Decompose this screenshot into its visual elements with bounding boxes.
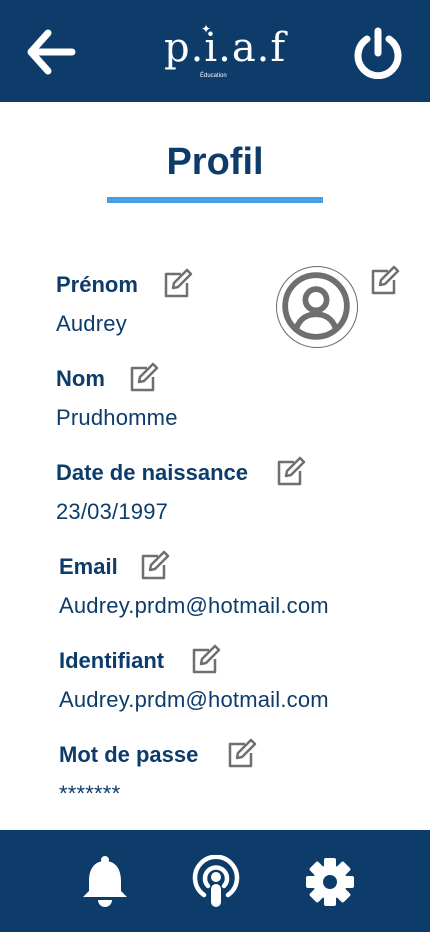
birthdate-value: 23/03/1997 (56, 499, 169, 524)
power-icon[interactable] (352, 27, 404, 79)
piaf-logo: p.i.a.f ✦ Éducation (158, 18, 285, 84)
first-name-label: Prénom (56, 272, 138, 297)
password-label: Mot de passe (59, 742, 199, 767)
birthdate-label: Date de naissance (56, 460, 248, 485)
arrow-left-icon[interactable] (26, 29, 76, 75)
title-underline (107, 197, 323, 203)
edit-first-name-icon[interactable] (161, 268, 193, 300)
edit-username-icon[interactable] (189, 644, 221, 676)
bird-icon: ✦ (201, 22, 212, 36)
last-name-value: Prudhomme (56, 405, 178, 430)
avatar[interactable] (276, 266, 358, 348)
page-title: Profil (166, 141, 264, 183)
bell-icon[interactable] (79, 855, 131, 909)
logo-subtitle: Éducation (200, 73, 227, 79)
podcast-icon[interactable] (190, 855, 242, 909)
edit-password-icon[interactable] (225, 738, 257, 770)
gear-icon[interactable] (304, 855, 356, 909)
first-name-value: Audrey (56, 311, 127, 336)
edit-avatar-icon[interactable] (368, 265, 400, 297)
edit-email-icon[interactable] (138, 550, 170, 582)
edit-birthdate-icon[interactable] (274, 456, 306, 488)
edit-last-name-icon[interactable] (127, 362, 159, 394)
logo-wordmark: p.i.a.f (164, 25, 287, 71)
password-value: ******* (59, 781, 121, 806)
username-label: Identifiant (59, 648, 165, 673)
email-label: Email (59, 554, 118, 579)
user-circle-icon (282, 272, 350, 340)
username-value: Audrey.prdm@hotmail.com (59, 687, 329, 712)
email-value: Audrey.prdm@hotmail.com (59, 593, 329, 618)
last-name-label: Nom (56, 366, 105, 391)
